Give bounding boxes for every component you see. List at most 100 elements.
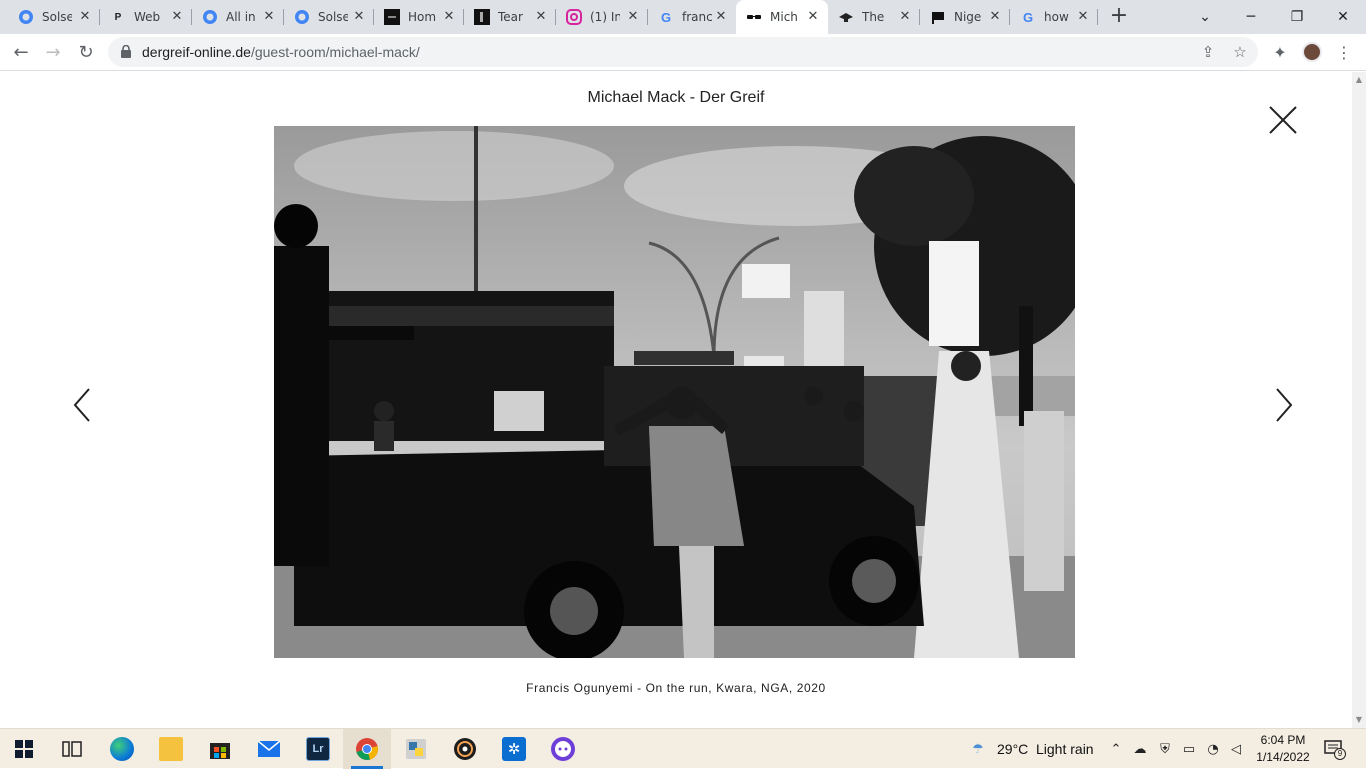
onedrive-cloud-icon[interactable]: ☁: [1130, 739, 1150, 759]
tab-8[interactable]: G franc ✕: [648, 0, 736, 34]
page-title: Michael Mack - Der Greif: [587, 89, 765, 106]
close-tab-icon[interactable]: ✕: [442, 10, 456, 24]
volume-icon[interactable]: ◁: [1226, 739, 1246, 759]
file-explorer-app[interactable]: [147, 729, 195, 769]
url-text: dergreif-online.de/guest-room/michael-ma…: [142, 44, 420, 60]
python-app[interactable]: [392, 729, 440, 769]
close-tab-icon[interactable]: ✕: [170, 10, 184, 24]
tab-1[interactable]: Solse ✕: [8, 0, 100, 34]
site-dark-icon: [474, 9, 490, 25]
address-bar[interactable]: dergreif-online.de/guest-room/michael-ma…: [108, 37, 1258, 67]
tab-5[interactable]: Hom ✕: [374, 0, 464, 34]
close-tab-icon[interactable]: ✕: [806, 10, 820, 24]
new-tab-button[interactable]: +: [1108, 5, 1130, 28]
tab-3[interactable]: All in ✕: [192, 0, 284, 34]
reload-icon[interactable]: ↻: [74, 40, 98, 64]
google-icon: G: [1022, 9, 1034, 25]
tab-10[interactable]: The ✕: [828, 0, 920, 34]
url-domain: dergreif-online.de: [142, 44, 251, 60]
share-icon[interactable]: ⇪: [1198, 42, 1218, 62]
tab-7[interactable]: (1) In ✕: [556, 0, 648, 34]
tab-title: Nige: [954, 10, 982, 24]
task-view-button[interactable]: [48, 729, 96, 769]
notification-center-icon[interactable]: 9: [1324, 739, 1346, 760]
mail-app[interactable]: [245, 729, 293, 769]
solsense-icon: [18, 9, 34, 25]
clock-date: 1/14/2022: [1256, 750, 1310, 764]
close-tab-icon[interactable]: ✕: [352, 10, 366, 24]
system-clock[interactable]: 6:04 PM 1/14/2022: [1250, 732, 1316, 766]
chat-app[interactable]: [539, 729, 587, 769]
edge-app[interactable]: [98, 729, 146, 769]
back-icon[interactable]: ←: [9, 40, 33, 64]
close-tab-icon[interactable]: ✕: [78, 10, 92, 24]
mail-icon: [257, 740, 281, 757]
menu-kebab-icon[interactable]: ⋮: [1332, 40, 1356, 64]
flag-icon: [930, 9, 946, 25]
close-tab-icon[interactable]: ✕: [1076, 10, 1090, 24]
scroll-up-icon[interactable]: ▲: [1355, 76, 1363, 84]
tab-strip: Solse ✕ P Web ✕ All in ✕ Solse ✕ Hom ✕ T…: [0, 0, 1366, 34]
tab-6[interactable]: Tear ✕: [464, 0, 556, 34]
tab-title: Mich: [770, 10, 798, 24]
tab-title: (1) In: [590, 10, 620, 24]
chrome-app[interactable]: [343, 729, 391, 769]
scroll-down-icon[interactable]: ▼: [1355, 716, 1363, 724]
settings-app[interactable]: ✲: [490, 729, 538, 769]
settings-icon: ✲: [502, 737, 526, 761]
weather-rain-icon[interactable]: ☂: [968, 739, 988, 759]
close-tab-icon[interactable]: ✕: [262, 10, 276, 24]
tab-4[interactable]: Solse ✕: [284, 0, 374, 34]
defender-icon[interactable]: ⛨: [1155, 739, 1175, 759]
forward-icon[interactable]: →: [41, 40, 65, 64]
windows-logo-icon: [15, 740, 33, 758]
wifi-icon[interactable]: ◔: [1203, 739, 1223, 759]
minimize-icon[interactable]: ─: [1228, 0, 1274, 34]
close-tab-icon[interactable]: ✕: [898, 10, 912, 24]
browser-toolbar: ← → ↻ dergreif-online.de/guest-room/mich…: [0, 34, 1366, 71]
tab-search-chevron-icon[interactable]: ⌄: [1182, 0, 1228, 34]
extensions-icon[interactable]: ✦: [1268, 40, 1292, 64]
page-scrollbar[interactable]: ▲ ▼: [1352, 72, 1366, 728]
close-icon[interactable]: [1268, 105, 1298, 135]
tab-11[interactable]: Nige ✕: [920, 0, 1010, 34]
tab-2[interactable]: P Web ✕: [100, 0, 192, 34]
p-letter-icon: P: [114, 11, 122, 23]
store-icon: [210, 743, 230, 759]
media-app[interactable]: [441, 729, 489, 769]
weather-temp[interactable]: 29°C: [997, 741, 1028, 757]
bookmark-star-icon[interactable]: ☆: [1230, 42, 1250, 62]
hat-icon: [838, 9, 854, 25]
restore-icon[interactable]: ❐: [1274, 0, 1320, 34]
weather-desc[interactable]: Light rain: [1036, 741, 1094, 757]
tab-9-active[interactable]: Mich ✕: [736, 0, 828, 34]
chrome-icon: [356, 738, 378, 760]
store-app[interactable]: [196, 729, 244, 769]
lightroom-icon: Lr: [306, 737, 330, 761]
show-hidden-icons-chevron-icon[interactable]: ⌃: [1106, 739, 1126, 759]
close-tab-icon[interactable]: ✕: [714, 10, 728, 24]
close-tab-icon[interactable]: ✕: [534, 10, 548, 24]
instagram-icon: [566, 9, 582, 25]
tab-title: how: [1044, 10, 1069, 24]
battery-icon[interactable]: ▭: [1179, 739, 1199, 759]
tab-title: Solse: [42, 10, 72, 24]
media-icon: [454, 738, 476, 760]
tab-12[interactable]: G how ✕: [1010, 0, 1098, 34]
chat-icon: [551, 737, 575, 761]
protest-photo: [274, 126, 1075, 658]
photo-caption: Francis Ogunyemi - On the run, Kwara, NG…: [526, 681, 826, 695]
task-view-icon: [62, 741, 82, 757]
clock-time: 6:04 PM: [1260, 733, 1306, 747]
start-button[interactable]: [0, 729, 48, 769]
avatar: [1302, 42, 1322, 62]
profile-avatar[interactable]: [1300, 40, 1324, 64]
chevron-right-icon[interactable]: [1274, 387, 1294, 423]
window-close-icon[interactable]: ✕: [1320, 0, 1366, 34]
folder-icon: [159, 737, 183, 761]
lightroom-app[interactable]: Lr: [294, 729, 342, 769]
close-tab-icon[interactable]: ✕: [626, 10, 640, 24]
tab-title: Solse: [318, 10, 348, 24]
close-tab-icon[interactable]: ✕: [988, 10, 1002, 24]
chevron-left-icon[interactable]: [72, 387, 92, 423]
